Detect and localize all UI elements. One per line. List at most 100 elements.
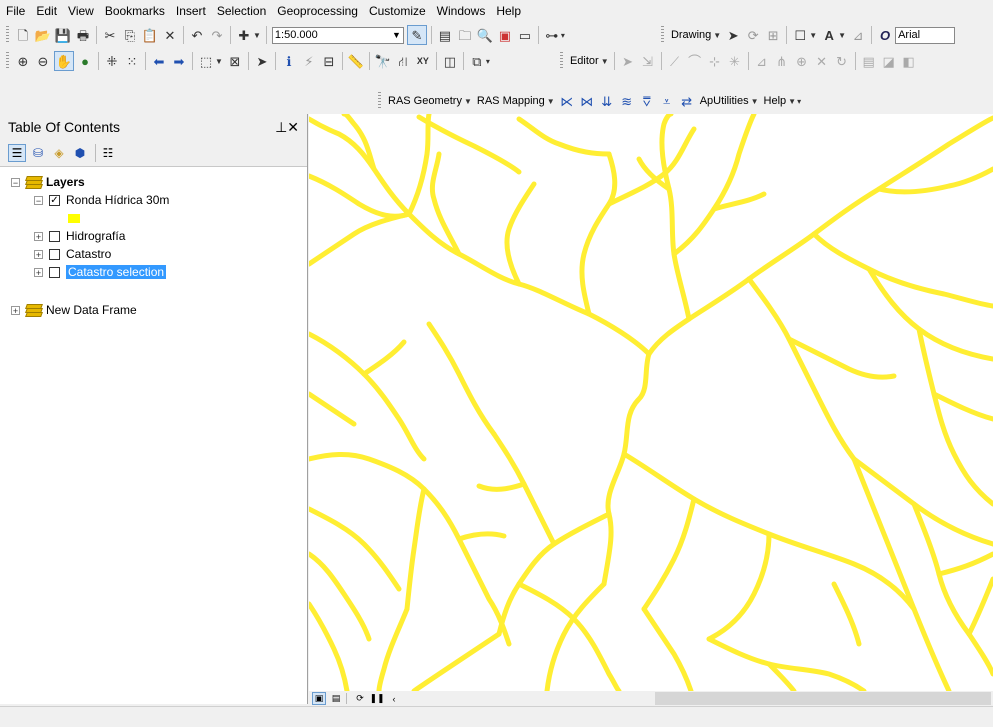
expand-icon[interactable]: + <box>11 305 20 315</box>
toolbar-grip[interactable] <box>660 26 664 44</box>
select-elements-icon[interactable]: ➤ <box>253 52 271 70</box>
georas-help-menu[interactable]: Help <box>761 95 790 107</box>
chevron-down-icon[interactable]: ▼ <box>751 97 759 106</box>
editor-toolbar-icon[interactable]: ✎ <box>406 25 427 45</box>
refresh-icon[interactable]: ⟳ <box>353 692 367 705</box>
list-by-source-icon[interactable]: ⛁ <box>29 144 47 162</box>
menu-bookmarks[interactable]: Bookmarks <box>99 0 170 22</box>
layer-visibility-checkbox[interactable] <box>49 248 60 260</box>
menu-customize[interactable]: Customize <box>363 0 431 22</box>
toolbar-grip[interactable] <box>6 26 9 44</box>
menu-windows[interactable]: Windows <box>431 0 491 22</box>
toolbar-options-icon[interactable]: ▾ <box>561 31 565 40</box>
chevron-down-icon[interactable]: ▼ <box>838 31 846 40</box>
fixed-zoom-out-icon[interactable]: ⁙ <box>123 52 141 70</box>
chevron-down-icon[interactable]: ▼ <box>547 97 555 106</box>
yellow-fill-swatch[interactable] <box>68 213 80 223</box>
measure-icon[interactable]: 📏 <box>347 52 365 70</box>
pin-icon[interactable]: ⊥ <box>275 119 287 135</box>
chevron-down-icon[interactable]: ▼ <box>253 31 261 40</box>
undo-icon[interactable]: ↶ <box>188 26 206 44</box>
toolbar-options-icon[interactable]: ▾ <box>797 97 801 106</box>
open-folder-icon[interactable]: 📂 <box>34 26 52 44</box>
data-frame-new[interactable]: + New Data Frame <box>11 301 137 319</box>
map-scale-dropdown[interactable]: 1:50.000 ▼ <box>271 26 404 44</box>
copy-icon[interactable]: ⎘ <box>121 26 139 44</box>
new-document-icon[interactable]: 🗋 <box>14 26 32 44</box>
layer-hidrografia[interactable]: + Hidrografía <box>34 227 125 245</box>
forward-extent-icon[interactable]: ➡ <box>170 52 188 70</box>
chevron-down-icon[interactable]: ▼ <box>809 31 817 40</box>
chevron-down-icon[interactable]: ▼ <box>788 97 796 106</box>
toolbar-grip[interactable] <box>6 52 9 70</box>
html-popup-icon[interactable]: ⊟ <box>320 52 338 70</box>
collapse-icon[interactable]: − <box>34 195 43 205</box>
menu-insert[interactable]: Insert <box>170 0 211 22</box>
pan-icon[interactable]: ✋ <box>54 51 74 71</box>
search-window-icon[interactable]: 🔍 <box>476 26 494 44</box>
toc-pin-close-controls[interactable]: ⊥✕ <box>275 119 299 136</box>
xs-cutline-icon[interactable]: ⩢ <box>638 92 656 110</box>
rotate-icon[interactable]: ⟳ <box>744 26 762 44</box>
fixed-zoom-in-icon[interactable]: ⁜ <box>103 52 121 70</box>
add-data-icon[interactable]: ✚ <box>235 26 253 44</box>
chevron-down-icon[interactable]: ▼ <box>464 97 472 106</box>
chevron-down-icon[interactable]: ▼ <box>215 57 223 66</box>
find-icon[interactable]: 🔭 <box>374 52 392 70</box>
menu-geoprocessing[interactable]: Geoprocessing <box>271 0 363 22</box>
layer-ronda-hidrica[interactable]: − ✓ Ronda Hídrica 30m <box>34 191 169 209</box>
scroll-left-icon[interactable]: ‹ <box>387 692 401 705</box>
python-window-icon[interactable]: ▭ <box>516 26 534 44</box>
construct-xs-icon[interactable]: ≋ <box>618 92 636 110</box>
layer-visibility-checkbox[interactable] <box>49 230 60 242</box>
font-icon[interactable]: O <box>876 26 894 44</box>
layer-catastro[interactable]: + Catastro <box>34 245 111 263</box>
expand-icon[interactable]: + <box>34 267 43 277</box>
table-of-contents-icon[interactable]: ▤ <box>436 26 454 44</box>
data-frame-layers[interactable]: − Layers <box>11 173 85 191</box>
time-slider-icon[interactable]: ◫ <box>441 52 459 70</box>
identify-icon[interactable]: ℹ <box>280 52 298 70</box>
layer-visibility-checkbox[interactable]: ✓ <box>49 194 60 206</box>
layer-symbol[interactable] <box>68 209 80 227</box>
toolbar-options-icon[interactable]: ▾ <box>486 57 490 66</box>
menu-file[interactable]: File <box>0 0 30 22</box>
data-view-icon[interactable]: ▣ <box>312 692 326 705</box>
levee-icon[interactable]: ⩡ <box>658 92 676 110</box>
menu-view[interactable]: View <box>62 0 99 22</box>
paste-icon[interactable]: 📋 <box>141 26 159 44</box>
zoom-out-icon[interactable]: ⊖ <box>34 52 52 70</box>
toolbar-grip[interactable] <box>559 52 563 70</box>
layer-catastro-selection[interactable]: + Catastro selection <box>34 263 167 281</box>
full-extent-icon[interactable]: ● <box>76 52 94 70</box>
bank-stations-icon[interactable]: ⇄ <box>678 92 696 110</box>
expand-icon[interactable]: + <box>34 231 43 241</box>
pause-drawing-icon[interactable]: ❚❚ <box>369 692 384 705</box>
hyperlink-icon[interactable]: ⚡ <box>300 52 318 70</box>
create-viewer-window-icon[interactable]: ⧉ <box>468 52 486 70</box>
text-icon[interactable]: A <box>820 26 838 44</box>
map-display[interactable] <box>309 114 993 691</box>
layout-view-icon[interactable]: ▤ <box>329 692 343 705</box>
horizontal-scrollbar[interactable] <box>655 692 991 705</box>
clear-selection-icon[interactable]: ⊠ <box>226 52 244 70</box>
list-by-visibility-icon[interactable]: ◈ <box>50 144 68 162</box>
list-by-drawing-order-icon[interactable]: ☰ <box>8 144 26 162</box>
ras-geometry-menu[interactable]: RAS Geometry <box>385 95 465 107</box>
select-elements-icon[interactable]: ➤ <box>724 26 742 44</box>
modelbuilder-icon[interactable]: ⊶ <box>543 26 561 44</box>
assign-flowpath-icon[interactable]: ⇊ <box>598 92 616 110</box>
rectangle-icon[interactable]: ☐ <box>791 26 809 44</box>
assign-river-id-icon[interactable]: ⋉ <box>558 92 576 110</box>
menu-selection[interactable]: Selection <box>211 0 271 22</box>
close-icon[interactable]: ✕ <box>287 119 299 135</box>
toc-options-icon[interactable]: ☷ <box>99 144 117 162</box>
redo-icon[interactable]: ↷ <box>208 26 226 44</box>
aputilities-menu[interactable]: ApUtilities <box>697 95 752 107</box>
list-by-selection-icon[interactable]: ⬢ <box>71 144 89 162</box>
menu-help[interactable]: Help <box>490 0 526 22</box>
menu-edit[interactable]: Edit <box>30 0 62 22</box>
drawing-menu[interactable]: Drawing <box>668 29 714 41</box>
save-icon[interactable]: 💾 <box>54 26 72 44</box>
zoom-to-elements-icon[interactable]: ⊞ <box>764 26 782 44</box>
